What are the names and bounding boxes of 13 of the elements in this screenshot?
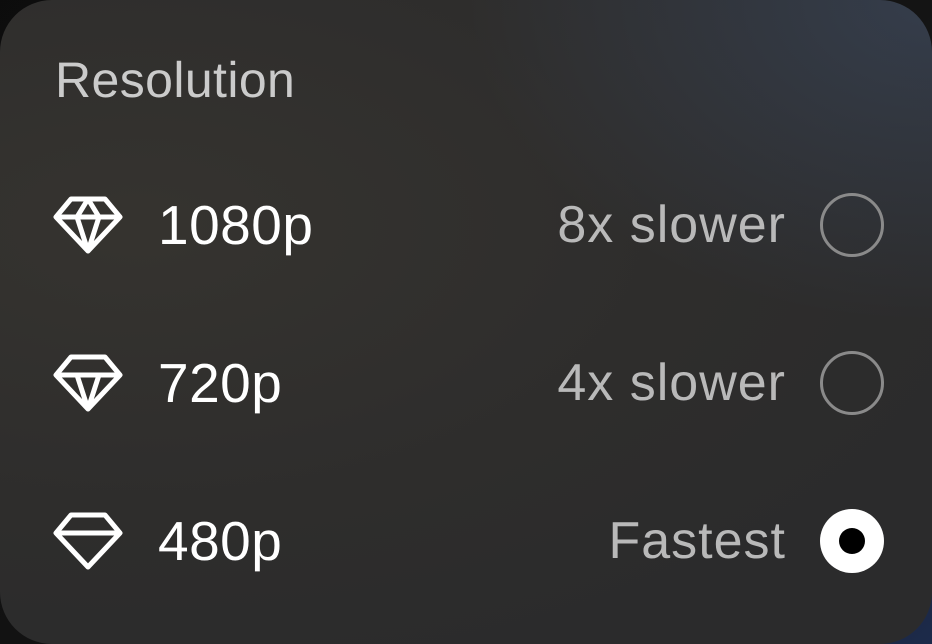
radio-button[interactable] [820, 193, 884, 257]
section-title: Resolution [54, 51, 296, 110]
resolution-label: 1080p [158, 193, 314, 258]
diamond-icon [53, 512, 123, 570]
diamond-icon [53, 354, 123, 412]
resolution-label: 720p [158, 351, 282, 416]
resolution-label: 480p [158, 509, 282, 574]
diamond-icon [53, 196, 123, 254]
radio-button[interactable] [820, 351, 884, 415]
speed-label: Fastest [608, 511, 786, 572]
speed-label: 4x slower [557, 353, 786, 414]
radio-button[interactable] [820, 509, 884, 573]
speed-label: 8x slower [557, 195, 786, 256]
